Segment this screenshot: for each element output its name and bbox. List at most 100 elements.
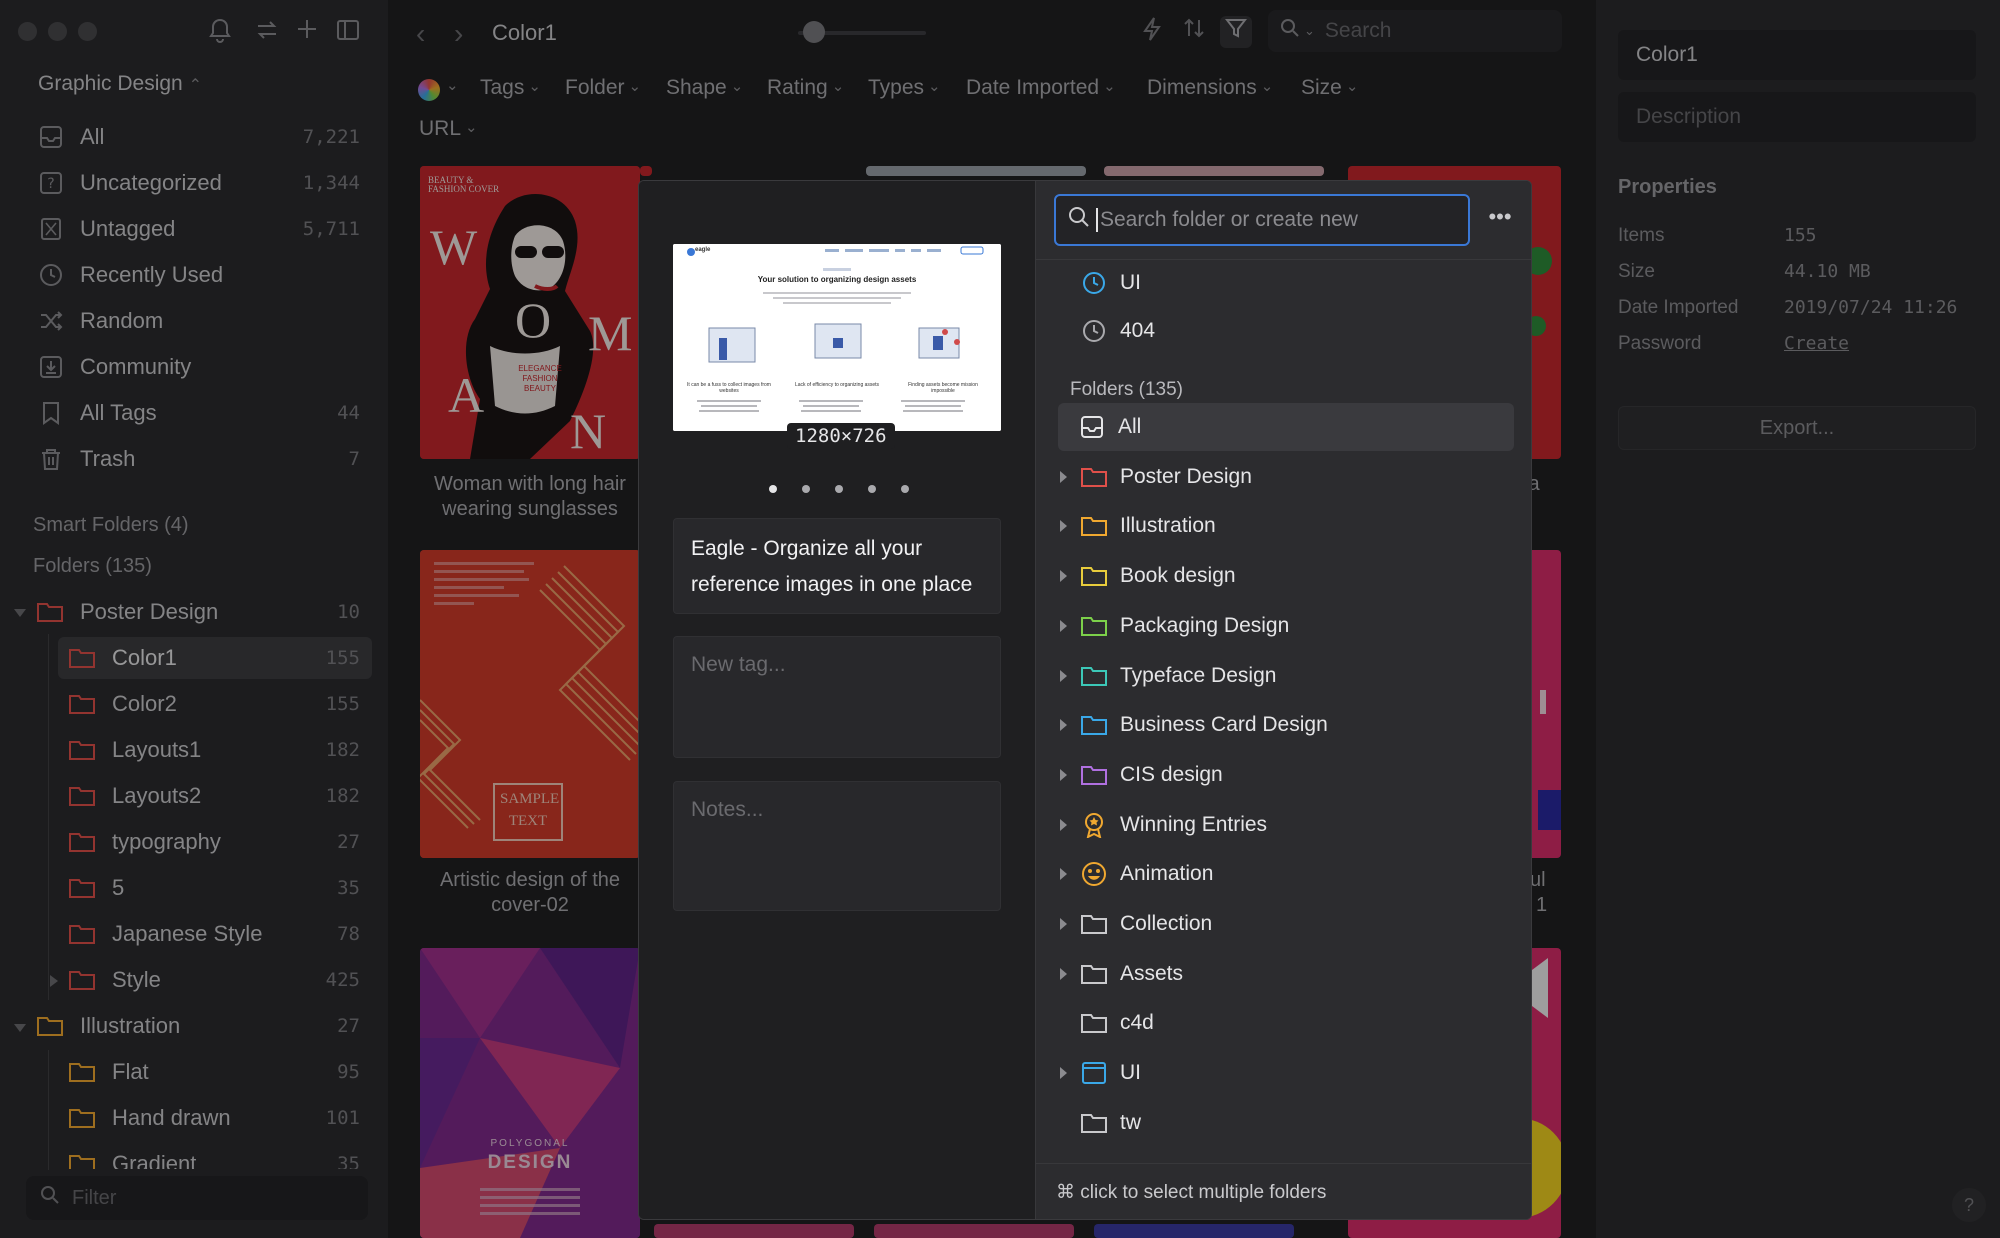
expand-caret-icon[interactable] [1060, 453, 1078, 501]
folder-option-all[interactable]: All [1058, 403, 1514, 451]
expand-caret-icon[interactable] [1060, 701, 1078, 749]
folder-label: Illustration [1120, 514, 1216, 538]
notes-placeholder: Notes... [691, 798, 764, 821]
caret-right-icon [1060, 868, 1067, 881]
caret-right-icon [1060, 619, 1067, 632]
thumb-headline: Your solution to organizing design asset… [757, 275, 917, 284]
caret-right-icon [1060, 967, 1067, 980]
recent-folder-ui[interactable]: UI [1060, 259, 1516, 307]
folder-option-collection[interactable]: Collection [1060, 900, 1516, 948]
folder-label: Packaging Design [1120, 613, 1290, 637]
folder-label: Collection [1120, 912, 1213, 935]
item-title-field[interactable]: Eagle - Organize all your reference imag… [673, 518, 1001, 614]
caret-right-icon [1060, 570, 1067, 583]
caret-right-icon [1060, 719, 1067, 732]
folder-option-illustration[interactable]: Illustration [1060, 502, 1516, 550]
folder-label: Typeface Design [1120, 663, 1277, 687]
clock-icon [1080, 270, 1108, 296]
expand-caret-icon[interactable] [1060, 950, 1078, 998]
item-title-value: Eagle - Organize all your reference imag… [691, 537, 973, 596]
pager-dot[interactable] [802, 485, 810, 493]
folder-option-book-design[interactable]: Book design [1060, 552, 1516, 600]
clock-icon [1080, 318, 1108, 344]
preview-image[interactable]: eagle Your solution to organizing design… [673, 244, 1001, 431]
folder-option-c4d[interactable]: c4d [1060, 999, 1516, 1047]
folder-icon [1080, 464, 1108, 490]
notes-input[interactable]: Notes... [673, 781, 1001, 911]
thumb-col-title: Finding assets become mission impossible [908, 382, 978, 394]
folder-option-animation[interactable]: Animation [1060, 850, 1516, 898]
folder-icon [1080, 663, 1108, 689]
folder-label: CIS design [1120, 762, 1223, 786]
folder-option-tw[interactable]: tw [1060, 1099, 1516, 1147]
folder-label: UI [1120, 271, 1141, 294]
pager-dot[interactable] [835, 485, 843, 493]
folder-option-winning-entries[interactable]: Winning Entries [1060, 801, 1516, 849]
multi-select-hint: ⌘ click to select multiple folders [1036, 1163, 1531, 1219]
folder-label: All [1118, 415, 1142, 438]
folder-icon [1080, 762, 1108, 788]
folder-label: UI [1120, 1061, 1141, 1085]
award-icon [1080, 812, 1108, 838]
folder-label: Winning Entries [1120, 812, 1268, 836]
image-dimensions: 1280×726 [787, 423, 895, 449]
folder-picker: Search folder or create new ••• UI 404 F… [1035, 181, 1531, 1219]
folder-search-placeholder: Search folder or create new [1100, 208, 1358, 231]
new-tag-placeholder: New tag... [691, 653, 786, 676]
more-options-icon[interactable]: ••• [1484, 203, 1516, 235]
caret-right-icon [1060, 818, 1067, 831]
folder-option-poster-design[interactable]: Poster Design [1060, 453, 1516, 501]
folder-icon [1080, 563, 1108, 589]
folder-icon [1080, 613, 1108, 639]
folder-icon [1080, 911, 1108, 937]
caret-right-icon [1060, 520, 1067, 533]
pager-dot[interactable] [901, 485, 909, 493]
folder-label: Book design [1120, 564, 1236, 588]
folder-icon [1080, 1010, 1108, 1036]
caret-right-icon [1060, 470, 1067, 483]
folder-option-business-card-design[interactable]: Business Card Design [1060, 701, 1516, 749]
thumb-col-title: It can be a fuss to collect images from … [687, 382, 771, 394]
folder-label: Animation [1120, 862, 1214, 886]
expand-caret-icon[interactable] [1060, 602, 1078, 650]
folder-option-cis-design[interactable]: CIS design [1060, 751, 1516, 799]
folder-label: 404 [1120, 319, 1156, 342]
caret-right-icon [1060, 1067, 1067, 1080]
folder-icon [1080, 513, 1108, 539]
caret-right-icon [1060, 918, 1067, 930]
expand-caret-icon[interactable] [1060, 552, 1078, 600]
thumb-logo-text: eagle [695, 247, 711, 253]
folder-label: Business Card Design [1120, 713, 1328, 737]
pager-dot[interactable] [868, 485, 876, 493]
folder-label: tw [1120, 1110, 1141, 1134]
add-to-folder-dialog: eagle Your solution to organizing design… [638, 180, 1532, 1220]
expand-caret-icon[interactable] [1060, 1049, 1078, 1097]
pager-dot[interactable] [769, 485, 777, 493]
folder-label: c4d [1120, 1011, 1154, 1035]
folder-icon [1080, 712, 1108, 738]
new-tag-input[interactable]: New tag... [673, 636, 1001, 758]
folder-label: Assets [1120, 961, 1184, 985]
caret-right-icon [1060, 768, 1067, 781]
recent-folder-404[interactable]: 404 [1060, 307, 1516, 355]
expand-caret-icon[interactable] [1060, 900, 1078, 948]
folder-option-assets[interactable]: Assets [1060, 950, 1516, 998]
expand-caret-icon[interactable] [1060, 502, 1078, 550]
window-icon [1080, 1060, 1108, 1086]
expand-caret-icon[interactable] [1060, 652, 1078, 700]
folder-icon [1080, 961, 1108, 987]
folder-icon [1080, 1110, 1108, 1136]
folder-label: Poster Design [1120, 464, 1252, 488]
folder-option-packaging-design[interactable]: Packaging Design [1060, 602, 1516, 650]
expand-caret-icon[interactable] [1060, 751, 1078, 799]
expand-caret-icon[interactable] [1060, 801, 1078, 849]
folder-search-input[interactable]: Search folder or create new [1054, 194, 1470, 246]
folder-option-typeface-design[interactable]: Typeface Design [1060, 652, 1516, 700]
folder-option-ui[interactable]: UI [1060, 1049, 1516, 1097]
expand-caret-icon[interactable] [1060, 850, 1078, 898]
